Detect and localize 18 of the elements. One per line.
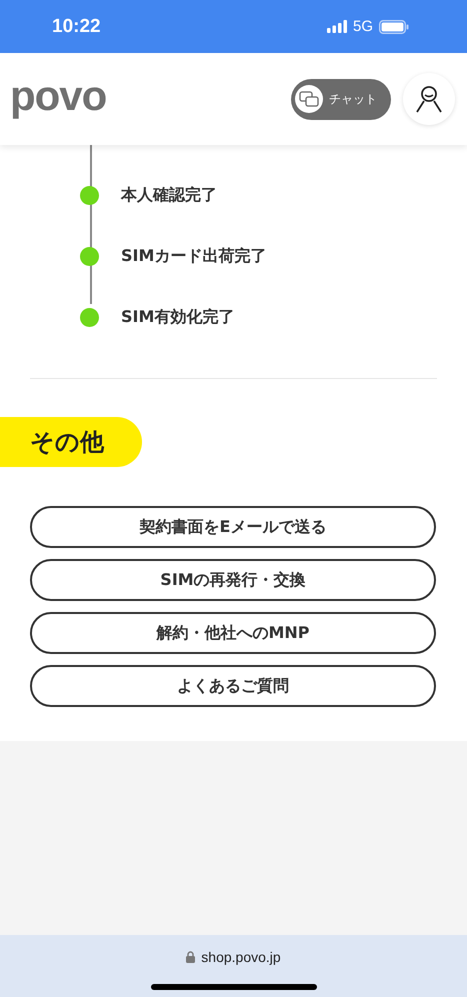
- url-text[interactable]: shop.povo.jp: [201, 949, 281, 965]
- battery-icon: [379, 20, 409, 34]
- signal-icon: [326, 20, 347, 33]
- step-label: SIMカード出荷完了: [121, 246, 266, 267]
- chat-button[interactable]: チャット: [291, 78, 391, 120]
- lock-icon: [186, 951, 196, 963]
- menu-button[interactable]: 解約・他社へのMNP: [30, 612, 436, 654]
- status-time: 10:22: [52, 16, 101, 38]
- account-button[interactable]: [403, 73, 455, 125]
- step-label: SIM有効化完了: [121, 307, 234, 328]
- step-label: 本人確認完了: [121, 185, 217, 206]
- network-label: 5G: [352, 18, 373, 35]
- section-heading: その他: [0, 417, 142, 467]
- menu-button[interactable]: SIMの再発行・交換: [30, 559, 436, 601]
- logo[interactable]: povo: [10, 75, 106, 117]
- menu-button[interactable]: 契約書面をEメールで送る: [30, 506, 436, 548]
- chat-bubbles-icon: [295, 85, 323, 113]
- menu-button[interactable]: よくあるご質問: [30, 665, 436, 707]
